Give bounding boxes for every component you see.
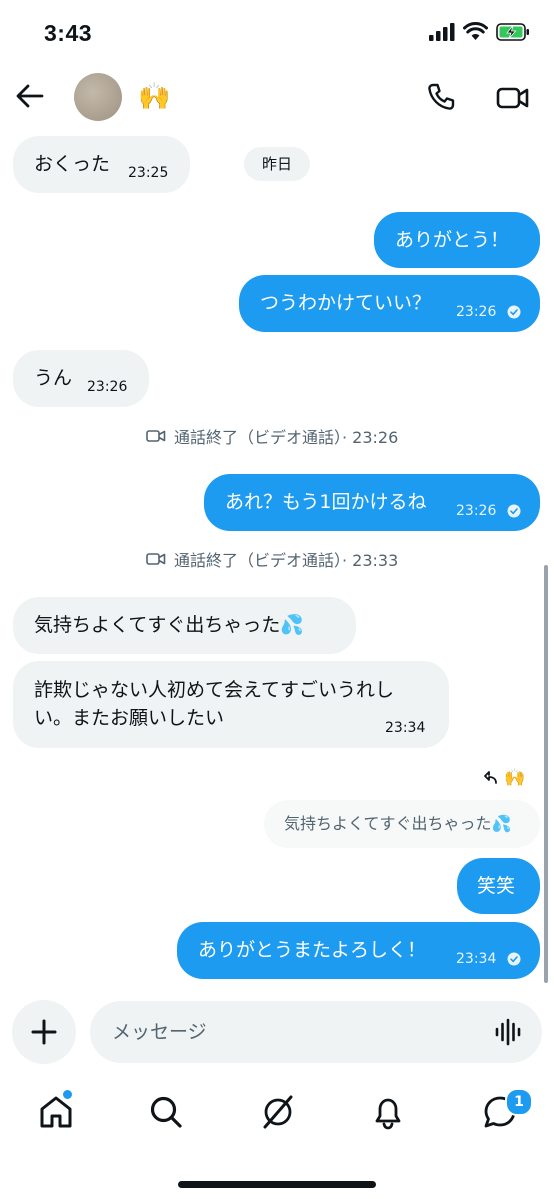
call-ended-event: 通話終了（ビデオ通話）· 23:33 — [146, 547, 398, 571]
search-icon[interactable] — [146, 1092, 186, 1132]
message-text: 気持ちよくてすぐ出ちゃった💦 — [34, 614, 305, 636]
contact-name-emoji[interactable]: 🙌 — [138, 82, 170, 112]
message-text-line-2: い。またお願いしたい — [34, 707, 225, 729]
messages-badge: 1 — [505, 1088, 533, 1116]
message-time: 23:26 — [456, 304, 497, 320]
message-text: ありがとう！ — [395, 229, 510, 251]
call-event-text: 通話終了（ビデオ通話）· 23:26 — [174, 428, 399, 447]
voice-wave-icon[interactable] — [494, 1018, 522, 1046]
reply-arrow-icon — [484, 771, 497, 784]
add-attachment-button[interactable] — [12, 1000, 76, 1064]
message-bubble-outgoing[interactable]: 笑笑 — [457, 858, 540, 914]
avatar[interactable] — [74, 73, 122, 121]
reply-indicator: 🙌 — [484, 768, 525, 788]
grok-slash-icon[interactable] — [258, 1092, 298, 1132]
message-text-line-1: 詐欺じゃない人初めて会えてすごいうれし — [34, 679, 395, 701]
video-call-icon — [146, 430, 166, 442]
message-bubble-incoming[interactable]: 気持ちよくてすぐ出ちゃった💦 — [13, 597, 356, 654]
status-icons — [429, 22, 530, 41]
video-call-icon — [146, 553, 166, 565]
reply-quote[interactable]: 気持ちよくてすぐ出ちゃった💦 — [264, 800, 540, 848]
home-indicator[interactable] — [178, 1181, 376, 1188]
wifi-icon — [463, 22, 488, 40]
message-text: 笑笑 — [477, 875, 516, 897]
message-time: 23:25 — [128, 165, 169, 181]
phone-icon[interactable] — [426, 82, 456, 112]
plus-icon — [31, 1019, 57, 1045]
message-text: つうわかけていい？ — [260, 292, 432, 314]
message-time: 23:26 — [87, 379, 128, 395]
read-check-icon — [507, 504, 521, 518]
message-bubble-incoming[interactable]: うん 23:26 — [13, 350, 149, 407]
message-bubble-outgoing[interactable]: ありがとうまたよろしく！ 23:34 — [177, 922, 540, 979]
message-bubble-incoming[interactable]: おくった 23:25 — [13, 136, 190, 193]
message-time: 23:26 — [456, 503, 497, 519]
home-notification-dot — [62, 1089, 73, 1100]
scrollbar[interactable] — [544, 565, 548, 983]
date-separator: 昨日 — [244, 147, 310, 181]
message-input-placeholder: メッセージ — [112, 1021, 207, 1043]
message-text: ありがとうまたよろしく！ — [198, 939, 427, 961]
status-time: 3:43 — [44, 20, 93, 46]
message-time: 23:34 — [385, 720, 426, 736]
message-bubble-outgoing[interactable]: あれ？もう1回かけるね 23:26 — [204, 474, 540, 531]
reaction-emoji: 🙌 — [504, 768, 526, 788]
message-text: おくった — [34, 153, 111, 175]
read-check-icon — [507, 305, 521, 319]
message-text: うん — [34, 367, 73, 389]
call-ended-event: 通話終了（ビデオ通話）· 23:26 — [146, 424, 398, 448]
message-bubble-incoming[interactable]: 詐欺じゃない人初めて会えてすごいうれし い。またお願いしたい 23:34 — [13, 661, 449, 748]
message-bubble-outgoing[interactable]: ありがとう！ — [374, 212, 540, 268]
message-bubble-outgoing[interactable]: つうわかけていい？ 23:26 — [239, 275, 540, 332]
read-check-icon — [507, 952, 521, 966]
battery-charging-icon — [496, 22, 529, 41]
message-text: あれ？もう1回かけるね — [225, 491, 427, 513]
call-event-text: 通話終了（ビデオ通話）· 23:33 — [174, 551, 399, 570]
back-arrow-icon[interactable] — [14, 80, 46, 112]
video-camera-icon[interactable] — [496, 84, 530, 112]
message-input[interactable]: メッセージ — [90, 1001, 542, 1063]
bell-icon[interactable] — [368, 1092, 408, 1132]
cellular-signal-icon — [429, 22, 455, 41]
message-time: 23:34 — [456, 951, 497, 967]
